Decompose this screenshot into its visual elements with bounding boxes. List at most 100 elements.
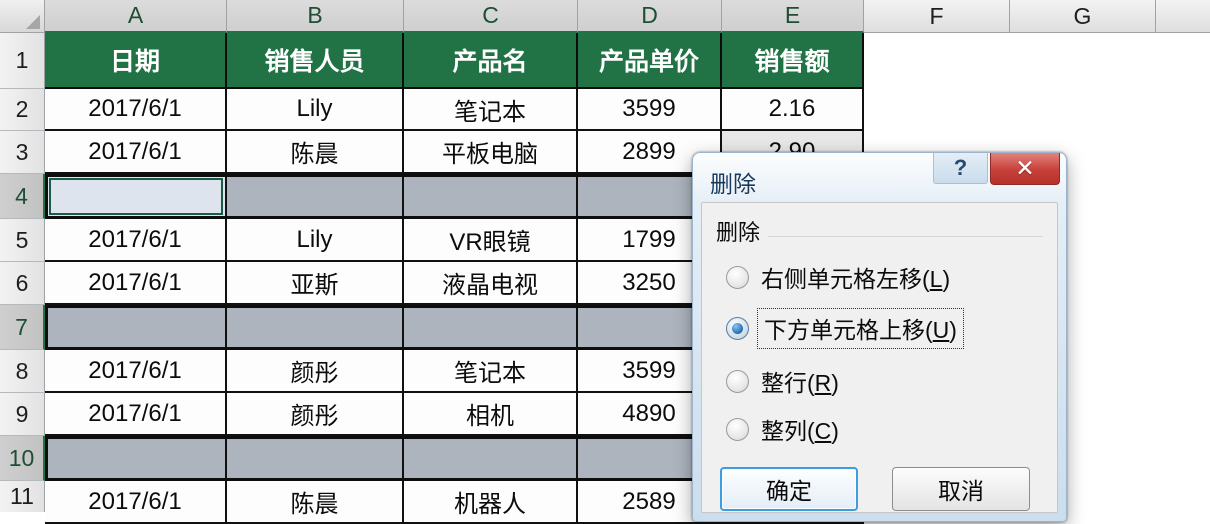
cell-a8-text: 2017/6/1 xyxy=(88,356,182,384)
column-header-b-label: B xyxy=(307,2,323,28)
row-header-3[interactable]: 3 xyxy=(0,131,45,174)
cell-d2[interactable]: 3599 xyxy=(578,89,722,131)
cell-b2[interactable]: Lily xyxy=(227,89,404,131)
radio-entire-column[interactable]: 整列(C) xyxy=(726,407,839,451)
cell-c6-text: 液晶电视 xyxy=(442,272,538,299)
cell-b10[interactable] xyxy=(227,436,404,481)
cell-c3[interactable]: 平板电脑 xyxy=(404,131,578,174)
radio-entire-row-label: 整行(R) xyxy=(761,370,839,396)
cell-a7[interactable] xyxy=(45,305,227,350)
cell-a6[interactable]: 2017/6/1 xyxy=(45,262,227,305)
cell-c10[interactable] xyxy=(404,436,578,481)
cell-a5[interactable]: 2017/6/1 xyxy=(45,219,227,262)
cell-c11-text: 机器人 xyxy=(454,491,526,518)
dialog-title: 删除 xyxy=(710,171,756,197)
row-header-6[interactable]: 6 xyxy=(0,262,45,305)
cell-b8[interactable]: 颜彤 xyxy=(227,350,404,393)
close-icon[interactable]: ✕ xyxy=(990,153,1060,185)
row-header-5-label: 5 xyxy=(15,226,29,253)
column-header-b[interactable]: B xyxy=(227,0,404,33)
cell-a4[interactable] xyxy=(45,174,227,219)
cell-d5-text: 1799 xyxy=(622,225,676,253)
cell-e2[interactable]: 2.16 xyxy=(722,89,864,131)
ok-button[interactable]: 确定 xyxy=(720,467,858,511)
row-header-10[interactable]: 10 xyxy=(0,436,45,481)
cell-c8[interactable]: 笔记本 xyxy=(404,350,578,393)
cell-d3-text: 2899 xyxy=(622,137,676,165)
cell-d1[interactable]: 产品单价 xyxy=(578,33,722,89)
cell-d2-text: 3599 xyxy=(622,95,676,122)
cell-b5-text: Lily xyxy=(296,225,333,253)
cell-c4[interactable] xyxy=(404,174,578,219)
cell-a11-text: 2017/6/1 xyxy=(88,487,182,515)
select-all-triangle-icon xyxy=(26,15,40,29)
cell-b11[interactable]: 陈晨 xyxy=(227,481,404,524)
cell-b9[interactable]: 颜彤 xyxy=(227,393,404,436)
row-header-7[interactable]: 7 xyxy=(0,305,45,350)
screenshot-root: A B C D E F G 1 2 3 4 5 6 7 8 9 10 11 日期… xyxy=(0,0,1210,524)
cell-b1-text: 销售人员 xyxy=(264,48,365,76)
row-header-9[interactable]: 9 xyxy=(0,393,45,436)
help-icon[interactable]: ? xyxy=(933,153,988,184)
radio-indicator-off xyxy=(726,417,749,441)
row-header-1[interactable]: 1 xyxy=(0,33,45,89)
cell-b5[interactable]: Lily xyxy=(227,219,404,262)
row-header-11[interactable]: 11 xyxy=(0,481,45,512)
row-header-8[interactable]: 8 xyxy=(0,350,45,393)
column-header-g[interactable]: G xyxy=(1010,0,1156,33)
radio-indicator-off xyxy=(726,265,749,289)
cell-a3[interactable]: 2017/6/1 xyxy=(45,131,227,174)
select-all-corner[interactable] xyxy=(0,0,45,33)
cell-b1[interactable]: 销售人员 xyxy=(227,33,404,89)
cell-b7[interactable] xyxy=(227,305,404,350)
cell-a2[interactable]: 2017/6/1 xyxy=(45,89,227,131)
radio-entire-row[interactable]: 整行(R) xyxy=(726,359,839,403)
group-legend: 删除 xyxy=(716,215,769,247)
row-header-2-label: 2 xyxy=(15,96,29,122)
cell-a8[interactable]: 2017/6/1 xyxy=(45,350,227,393)
dialog-button-row: 确定 取消 xyxy=(702,467,1057,513)
cell-c1[interactable]: 产品名 xyxy=(404,33,578,89)
cell-a10[interactable] xyxy=(45,436,227,481)
cell-b9-text: 颜彤 xyxy=(290,403,339,430)
radio-shift-cells-left[interactable]: 右侧单元格左移(L) xyxy=(726,255,950,299)
row-header-4[interactable]: 4 xyxy=(0,174,45,219)
cell-a1[interactable]: 日期 xyxy=(45,33,227,89)
cell-b4[interactable] xyxy=(227,174,404,219)
cell-c5[interactable]: VR眼镜 xyxy=(404,219,578,262)
row-header-2[interactable]: 2 xyxy=(0,89,45,131)
cell-c2[interactable]: 笔记本 xyxy=(404,89,578,131)
cell-c6[interactable]: 液晶电视 xyxy=(404,262,578,305)
cell-c7[interactable] xyxy=(404,305,578,350)
cell-c2-text: 笔记本 xyxy=(454,98,526,126)
cell-e1[interactable]: 销售额 xyxy=(722,33,864,89)
radio-entire-column-label: 整列(C) xyxy=(761,418,839,444)
cell-c11[interactable]: 机器人 xyxy=(404,481,578,524)
cell-c9[interactable]: 相机 xyxy=(404,393,578,436)
column-header-c[interactable]: C xyxy=(404,0,578,33)
cell-d6-text: 3250 xyxy=(622,268,676,296)
column-header-h[interactable] xyxy=(1156,0,1210,33)
column-header-f[interactable]: F xyxy=(864,0,1010,33)
row-header-6-label: 6 xyxy=(15,269,29,296)
row-header-11-label: 11 xyxy=(10,483,34,509)
column-header-e[interactable]: E xyxy=(722,0,864,33)
column-header-a[interactable]: A xyxy=(45,0,227,33)
cell-a9[interactable]: 2017/6/1 xyxy=(45,393,227,436)
cell-a11[interactable]: 2017/6/1 xyxy=(45,481,227,524)
radio-indicator-on xyxy=(726,316,749,340)
radio-shift-cells-up[interactable]: 下方单元格上移(U) xyxy=(726,306,964,350)
cell-b3-text: 陈晨 xyxy=(290,141,339,168)
column-header-c-label: C xyxy=(482,2,499,28)
row-header-5[interactable]: 5 xyxy=(0,219,45,262)
cancel-button[interactable]: 取消 xyxy=(892,467,1030,511)
delete-dialog[interactable]: 删除 ? ✕ 删除 右侧单元格左移(L) 下方单元格上移(U) 整行(R) 整列… xyxy=(692,152,1067,522)
column-header-d[interactable]: D xyxy=(578,0,722,33)
cell-b2-text: Lily xyxy=(296,95,333,122)
delete-options-group: 删除 右侧单元格左移(L) 下方单元格上移(U) 整行(R) 整列(C) xyxy=(716,215,1043,459)
cell-a9-text: 2017/6/1 xyxy=(88,399,182,427)
cell-c8-text: 笔记本 xyxy=(454,360,526,387)
cell-b6-text: 亚斯 xyxy=(290,272,339,299)
cell-b3[interactable]: 陈晨 xyxy=(227,131,404,174)
cell-b6[interactable]: 亚斯 xyxy=(227,262,404,305)
